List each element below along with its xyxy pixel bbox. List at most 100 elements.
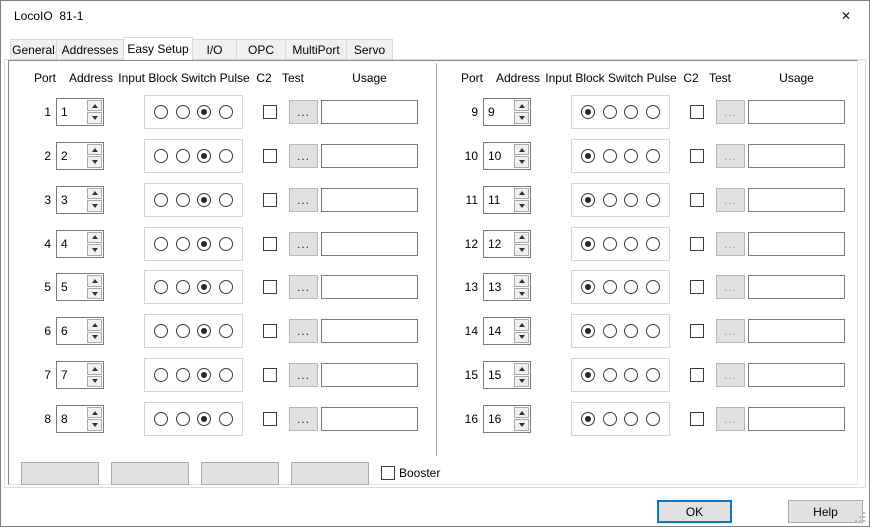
radio-input-option[interactable]: [154, 324, 168, 338]
address-input[interactable]: [58, 407, 87, 431]
radio-input-option[interactable]: [581, 280, 595, 294]
spinner-up-button[interactable]: [514, 144, 529, 156]
test-button[interactable]: ...: [289, 275, 318, 299]
radio-pulse-option[interactable]: [219, 412, 233, 426]
radio-block-option[interactable]: [176, 149, 190, 163]
spinner-up-button[interactable]: [87, 407, 102, 419]
address-input[interactable]: [485, 275, 514, 299]
spinner-up-button[interactable]: [514, 232, 529, 244]
c2-checkbox[interactable]: [263, 105, 277, 119]
help-button[interactable]: Help: [788, 500, 863, 523]
spinner-up-button[interactable]: [87, 100, 102, 112]
radio-block-option[interactable]: [603, 280, 617, 294]
radio-block-option[interactable]: [176, 280, 190, 294]
radio-block-option[interactable]: [176, 324, 190, 338]
radio-pulse-option[interactable]: [646, 324, 660, 338]
c2-checkbox[interactable]: [690, 368, 704, 382]
address-input[interactable]: [58, 188, 87, 212]
radio-input-option[interactable]: [581, 412, 595, 426]
radio-switch-option[interactable]: [197, 368, 211, 382]
radio-pulse-option[interactable]: [646, 149, 660, 163]
radio-input-option[interactable]: [154, 412, 168, 426]
test-button[interactable]: ...: [289, 407, 318, 431]
radio-pulse-option[interactable]: [219, 280, 233, 294]
radio-input-option[interactable]: [581, 149, 595, 163]
spinner-up-button[interactable]: [87, 363, 102, 375]
radio-block-option[interactable]: [603, 149, 617, 163]
address-input[interactable]: [485, 232, 514, 256]
get-all-button[interactable]: [21, 462, 99, 485]
radio-switch-option[interactable]: [197, 149, 211, 163]
usage-input[interactable]: [748, 100, 845, 124]
spinner-up-button[interactable]: [87, 275, 102, 287]
spinner-down-button[interactable]: [87, 288, 102, 300]
address-input[interactable]: [58, 144, 87, 168]
radio-input-option[interactable]: [581, 193, 595, 207]
tab-addresses[interactable]: Addresses: [56, 39, 124, 60]
radio-input-option[interactable]: [154, 280, 168, 294]
spinner-up-button[interactable]: [514, 363, 529, 375]
radio-switch-option[interactable]: [624, 149, 638, 163]
test-button[interactable]: ...: [716, 363, 745, 387]
address-input[interactable]: [485, 144, 514, 168]
usage-input[interactable]: [748, 275, 845, 299]
tab-general[interactable]: General: [10, 39, 57, 60]
usage-input[interactable]: [321, 319, 418, 343]
spinner-down-button[interactable]: [87, 156, 102, 168]
radio-input-option[interactable]: [154, 149, 168, 163]
usage-input[interactable]: [321, 144, 418, 168]
radio-pulse-option[interactable]: [646, 412, 660, 426]
spinner-down-button[interactable]: [514, 419, 529, 431]
read-button[interactable]: [291, 462, 369, 485]
radio-block-option[interactable]: [603, 368, 617, 382]
usage-input[interactable]: [748, 188, 845, 212]
radio-pulse-option[interactable]: [219, 324, 233, 338]
test-button[interactable]: ...: [289, 363, 318, 387]
c2-checkbox[interactable]: [690, 237, 704, 251]
test-button[interactable]: ...: [716, 319, 745, 343]
usage-input[interactable]: [321, 188, 418, 212]
radio-switch-option[interactable]: [624, 412, 638, 426]
radio-block-option[interactable]: [603, 324, 617, 338]
usage-input[interactable]: [321, 407, 418, 431]
radio-input-option[interactable]: [154, 237, 168, 251]
radio-block-option[interactable]: [603, 237, 617, 251]
c2-checkbox[interactable]: [263, 280, 277, 294]
spinner-down-button[interactable]: [87, 376, 102, 388]
test-button[interactable]: ...: [716, 407, 745, 431]
tab-i-o[interactable]: I/O: [192, 39, 237, 60]
test-button[interactable]: ...: [716, 275, 745, 299]
spinner-up-button[interactable]: [87, 319, 102, 331]
radio-block-option[interactable]: [603, 105, 617, 119]
radio-input-option[interactable]: [154, 368, 168, 382]
usage-input[interactable]: [321, 100, 418, 124]
radio-input-option[interactable]: [581, 237, 595, 251]
radio-switch-option[interactable]: [624, 368, 638, 382]
address-input[interactable]: [58, 275, 87, 299]
address-input[interactable]: [485, 407, 514, 431]
tab-multiport[interactable]: MultiPort: [285, 39, 347, 60]
radio-switch-option[interactable]: [624, 193, 638, 207]
spinner-down-button[interactable]: [514, 332, 529, 344]
radio-switch-option[interactable]: [197, 105, 211, 119]
c2-checkbox[interactable]: [263, 368, 277, 382]
spinner-up-button[interactable]: [514, 275, 529, 287]
usage-input[interactable]: [321, 275, 418, 299]
spinner-down-button[interactable]: [87, 244, 102, 256]
radio-input-option[interactable]: [154, 193, 168, 207]
radio-pulse-option[interactable]: [646, 280, 660, 294]
radio-block-option[interactable]: [176, 105, 190, 119]
radio-input-option[interactable]: [581, 324, 595, 338]
usage-input[interactable]: [748, 319, 845, 343]
radio-block-option[interactable]: [603, 193, 617, 207]
radio-pulse-option[interactable]: [219, 105, 233, 119]
address-input[interactable]: [485, 100, 514, 124]
test-button[interactable]: ...: [289, 188, 318, 212]
radio-pulse-option[interactable]: [646, 105, 660, 119]
address-input[interactable]: [485, 363, 514, 387]
spinner-down-button[interactable]: [87, 419, 102, 431]
radio-pulse-option[interactable]: [219, 368, 233, 382]
spinner-down-button[interactable]: [514, 156, 529, 168]
radio-pulse-option[interactable]: [219, 193, 233, 207]
ok-button[interactable]: OK: [657, 500, 732, 523]
